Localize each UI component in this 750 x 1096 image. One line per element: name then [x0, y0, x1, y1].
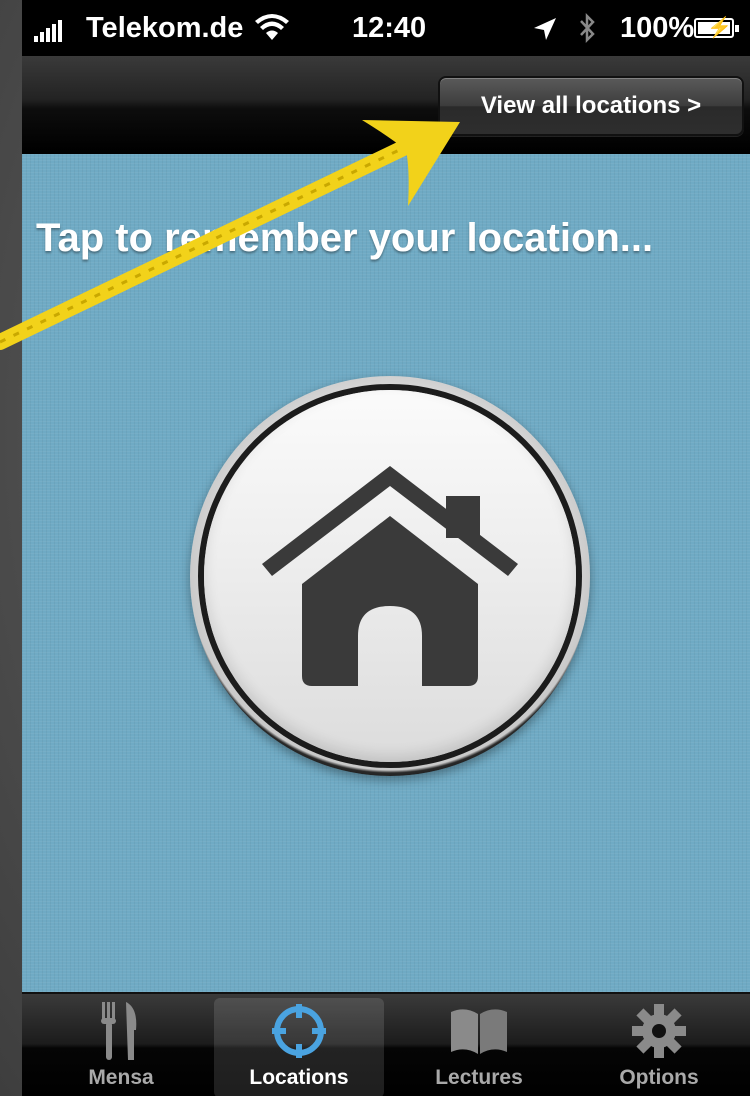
battery-percentage: 100% — [620, 12, 695, 44]
fork-knife-icon — [96, 998, 146, 1064]
locations-content: Tap to remember your location... — [22, 154, 750, 992]
battery-charging-icon: ⚡ — [694, 17, 739, 39]
carrier-name: Telekom.de — [86, 12, 244, 44]
tab-bar: Mensa Locations Lectures Options — [22, 992, 750, 1096]
signal-bars-icon — [34, 20, 62, 42]
house-icon — [262, 466, 518, 686]
tab-mensa[interactable]: Mensa — [36, 998, 206, 1096]
wifi-icon — [255, 14, 289, 40]
phone-screen: Telekom.de 12:40 100% ⚡ View all locatio… — [22, 0, 750, 1096]
tab-label: Lectures — [435, 1066, 523, 1089]
remember-location-prompt: Tap to remember your location... — [36, 216, 654, 260]
bluetooth-icon — [580, 12, 595, 44]
remember-location-button[interactable] — [190, 376, 590, 776]
crosshair-icon — [270, 998, 328, 1064]
location-arrow-icon — [534, 18, 556, 40]
view-all-locations-button[interactable]: View all locations > — [438, 76, 744, 136]
tab-label: Options — [619, 1066, 699, 1089]
status-time: 12:40 — [352, 12, 427, 44]
status-bar: Telekom.de 12:40 100% ⚡ — [22, 0, 750, 56]
open-book-icon — [447, 998, 511, 1064]
tab-locations[interactable]: Locations — [214, 998, 384, 1096]
tab-lectures[interactable]: Lectures — [394, 998, 564, 1096]
tab-label: Locations — [249, 1066, 349, 1089]
tab-options[interactable]: Options — [574, 998, 744, 1096]
gear-icon — [630, 998, 688, 1064]
tab-label: Mensa — [88, 1066, 154, 1089]
navigation-bar: View all locations > — [22, 56, 750, 154]
